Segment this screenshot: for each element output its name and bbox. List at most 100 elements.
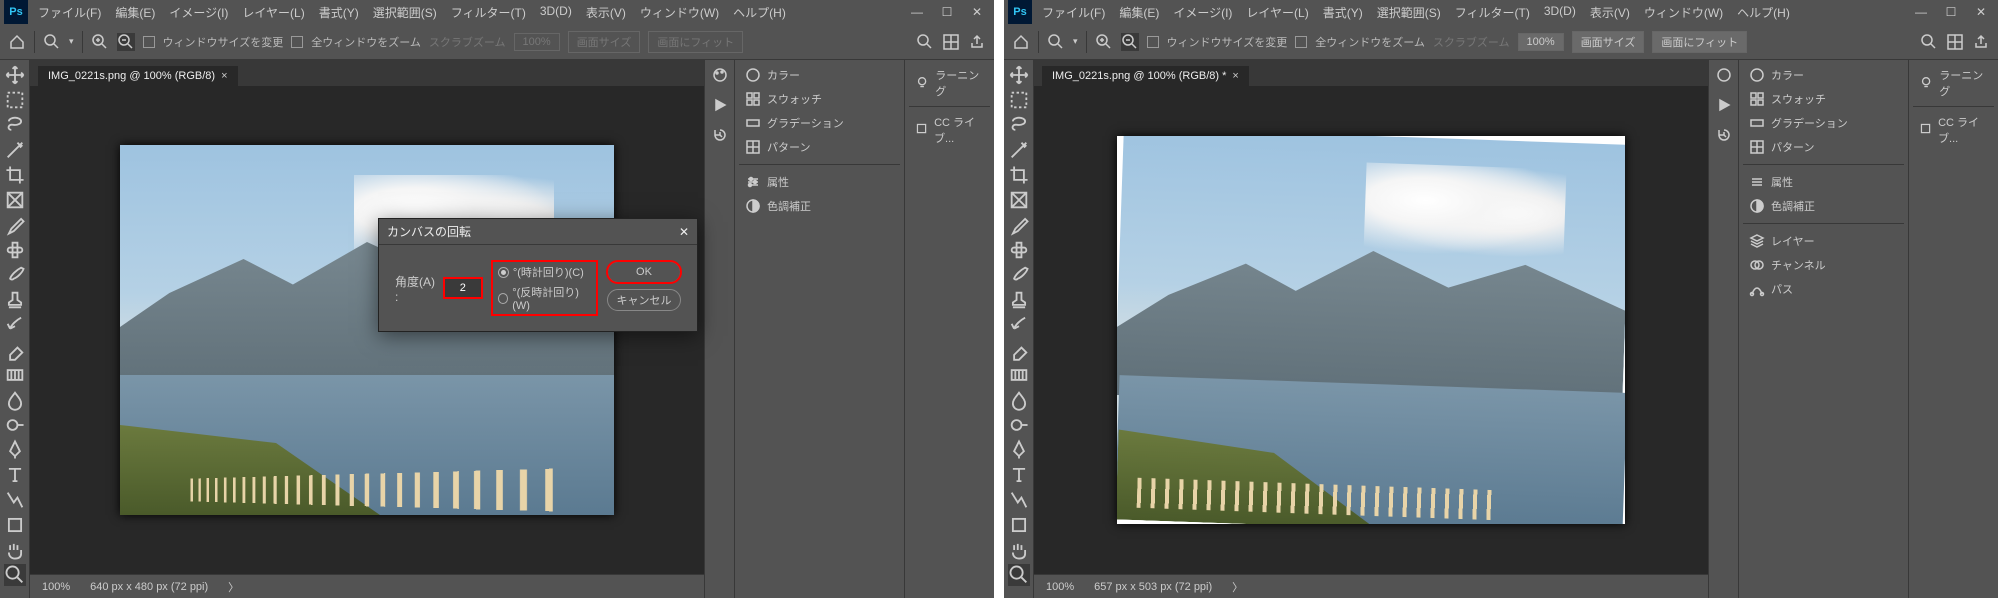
dialog-close-icon[interactable]: ✕ — [679, 225, 689, 239]
zoom-out-icon[interactable] — [117, 33, 135, 51]
maximize-button[interactable]: ☐ — [1942, 3, 1960, 21]
path-tool[interactable] — [1008, 489, 1030, 511]
panel-color[interactable]: カラー — [739, 64, 900, 86]
menu-window[interactable]: ウィンドウ(W) — [634, 1, 725, 24]
panel-gradients[interactable]: グラデーション — [739, 112, 900, 134]
cancel-button[interactable]: キャンセル — [607, 289, 681, 311]
hand-tool[interactable] — [1008, 539, 1030, 561]
panel-adjustments[interactable]: 色調補正 — [739, 195, 900, 217]
panel-swatches[interactable]: スウォッチ — [739, 88, 900, 110]
panel-properties[interactable]: 属性 — [739, 171, 900, 193]
pen-tool[interactable] — [1008, 439, 1030, 461]
close-button[interactable]: ✕ — [968, 3, 986, 21]
lasso-tool[interactable] — [1008, 114, 1030, 136]
panel-properties[interactable]: 属性 — [1743, 171, 1904, 193]
history-brush-tool[interactable] — [1008, 314, 1030, 336]
panel-paths[interactable]: パス — [1743, 278, 1904, 300]
history-icon[interactable] — [1715, 126, 1733, 144]
shape-tool[interactable] — [4, 514, 26, 536]
zoom-tool-icon[interactable] — [43, 33, 61, 51]
menu-view[interactable]: 表示(V) — [1584, 1, 1636, 24]
panel-swatches[interactable]: スウォッチ — [1743, 88, 1904, 110]
fit-window-button[interactable]: 画面にフィット — [1652, 31, 1747, 53]
share-icon[interactable] — [968, 33, 986, 51]
heal-tool[interactable] — [4, 239, 26, 261]
cclib-item[interactable]: CC ライブ... — [1913, 111, 1994, 149]
canvas-area[interactable] — [1034, 86, 1708, 574]
menu-layer[interactable]: レイヤー(L) — [1240, 1, 1314, 24]
menu-select[interactable]: 選択範囲(S) — [1371, 1, 1447, 24]
zoom-tool[interactable] — [1008, 564, 1030, 586]
tab-close-icon[interactable]: × — [221, 70, 227, 82]
lasso-tool[interactable] — [4, 114, 26, 136]
type-tool[interactable] — [4, 464, 26, 486]
play-icon[interactable] — [711, 96, 729, 114]
zoom-in-icon[interactable] — [91, 33, 109, 51]
zoom-level[interactable]: 100% — [1046, 581, 1074, 593]
zoom-tool-icon[interactable] — [1047, 33, 1065, 51]
play-icon[interactable] — [1715, 96, 1733, 114]
hand-tool[interactable] — [4, 539, 26, 561]
menu-edit[interactable]: 編集(E) — [1113, 1, 1165, 24]
palette-icon[interactable] — [711, 66, 729, 84]
pct-button[interactable]: 100% — [514, 33, 560, 51]
document-tab[interactable]: IMG_0221s.png @ 100% (RGB/8) × — [38, 66, 238, 86]
brush-tool[interactable] — [1008, 264, 1030, 286]
gradient-tool[interactable] — [4, 364, 26, 386]
menu-image[interactable]: イメージ(I) — [163, 1, 234, 24]
dodge-tool[interactable] — [4, 414, 26, 436]
blur-tool[interactable] — [4, 389, 26, 411]
menu-view[interactable]: 表示(V) — [580, 1, 632, 24]
zoom-level[interactable]: 100% — [42, 581, 70, 593]
fit-window-button[interactable]: 画面にフィット — [648, 31, 743, 53]
search-icon[interactable] — [1920, 33, 1938, 51]
eyedropper-tool[interactable] — [4, 214, 26, 236]
menu-help[interactable]: ヘルプ(H) — [727, 1, 792, 24]
move-tool[interactable] — [1008, 64, 1030, 86]
ok-button[interactable]: OK — [607, 261, 681, 283]
home-icon[interactable] — [8, 33, 26, 51]
heal-tool[interactable] — [1008, 239, 1030, 261]
zoom-out-icon[interactable] — [1121, 33, 1139, 51]
resize-window-checkbox[interactable] — [1147, 36, 1159, 48]
menu-file[interactable]: ファイル(F) — [32, 1, 107, 24]
frame-tool[interactable] — [4, 189, 26, 211]
panel-color[interactable]: カラー — [1743, 64, 1904, 86]
menu-filter[interactable]: フィルター(T) — [445, 1, 532, 24]
wand-tool[interactable] — [1008, 139, 1030, 161]
palette-icon[interactable] — [1715, 66, 1733, 84]
menu-filter[interactable]: フィルター(T) — [1449, 1, 1536, 24]
panel-gradients[interactable]: グラデーション — [1743, 112, 1904, 134]
minimize-button[interactable]: — — [908, 3, 926, 21]
blur-tool[interactable] — [1008, 389, 1030, 411]
stamp-tool[interactable] — [4, 289, 26, 311]
menu-type[interactable]: 書式(Y) — [1317, 1, 1369, 24]
gradient-tool[interactable] — [1008, 364, 1030, 386]
share-icon[interactable] — [1972, 33, 1990, 51]
menu-select[interactable]: 選択範囲(S) — [367, 1, 443, 24]
menu-3d[interactable]: 3D(D) — [1538, 1, 1582, 24]
menu-file[interactable]: ファイル(F) — [1036, 1, 1111, 24]
crop-tool[interactable] — [1008, 164, 1030, 186]
brush-tool[interactable] — [4, 264, 26, 286]
menu-window[interactable]: ウィンドウ(W) — [1638, 1, 1729, 24]
all-windows-checkbox[interactable] — [291, 36, 303, 48]
menu-3d[interactable]: 3D(D) — [534, 1, 578, 24]
eraser-tool[interactable] — [4, 339, 26, 361]
eyedropper-tool[interactable] — [1008, 214, 1030, 236]
fit-screen-button[interactable]: 画面サイズ — [568, 31, 641, 53]
history-icon[interactable] — [711, 126, 729, 144]
pen-tool[interactable] — [4, 439, 26, 461]
panel-channels[interactable]: チャンネル — [1743, 254, 1904, 276]
eraser-tool[interactable] — [1008, 339, 1030, 361]
maximize-button[interactable]: ☐ — [938, 3, 956, 21]
menu-layer[interactable]: レイヤー(L) — [236, 1, 310, 24]
zoom-in-icon[interactable] — [1095, 33, 1113, 51]
shape-tool[interactable] — [1008, 514, 1030, 536]
stamp-tool[interactable] — [1008, 289, 1030, 311]
pct-button[interactable]: 100% — [1518, 33, 1564, 51]
learn-item[interactable]: ラーニング — [1913, 64, 1994, 102]
panel-layers[interactable]: レイヤー — [1743, 230, 1904, 252]
resize-window-checkbox[interactable] — [143, 36, 155, 48]
grid-icon[interactable] — [1946, 33, 1964, 51]
